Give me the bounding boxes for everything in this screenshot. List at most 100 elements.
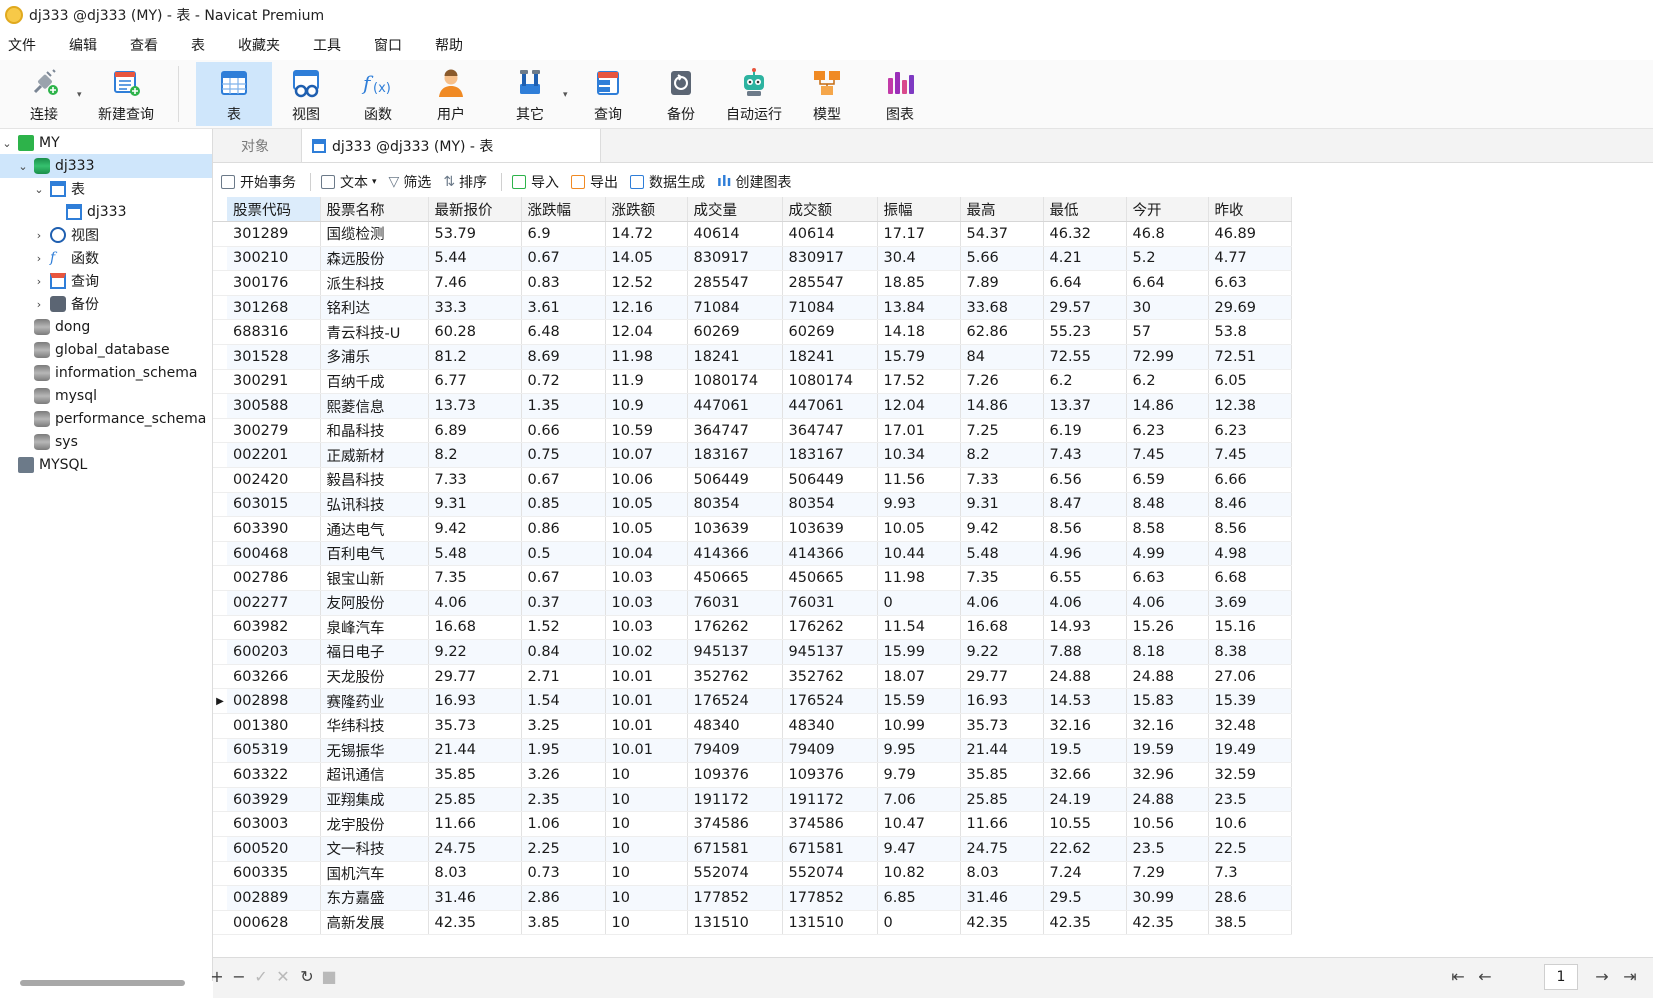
table-row[interactable]: 002201 正威新材 8.2 0.75 10.07 183167 183167 10.34 8… [213,442,1292,469]
begin-transaction-button[interactable]: 开始事务 [221,172,296,192]
chevron-right-icon[interactable]: › [32,275,46,288]
table-cell[interactable]: 6.48 [521,319,606,346]
table-row[interactable]: 600520 文一科技 24.75 2.25 10 671581 671581 9.47 24.… [213,836,1292,862]
table-cell[interactable]: 6.56 [1043,467,1127,493]
table-row[interactable]: 688316 青云科技-U 60.28 6.48 12.04 60269 60269 14.1… [213,319,1292,346]
first-page-icon[interactable]: ⇤ [1448,967,1468,986]
column-header[interactable]: 股票代码 [227,197,321,223]
table-cell[interactable]: 铭利达 [320,295,429,321]
table-cell[interactable]: 3.26 [521,762,606,788]
table-cell[interactable]: 42.35 [1126,910,1209,936]
table-cell[interactable]: 22.5 [1208,836,1292,862]
column-header[interactable]: 涨跌幅 [521,197,606,223]
stop-icon[interactable]: ■ [319,967,339,986]
table-cell[interactable]: 亚翔集成 [320,787,429,813]
table-row[interactable]: 603322 超讯通信 35.85 3.26 10 109376 109376 9.79 35.… [213,762,1292,788]
table-cell[interactable]: 600468 [227,541,321,567]
table-cell[interactable]: 30.4 [877,246,961,272]
tree-item-database-mysql[interactable]: mysql [0,384,212,408]
table-cell[interactable]: 53.79 [428,221,522,247]
menu-view[interactable]: 查看 [130,35,158,55]
table-cell[interactable]: 泉峰汽车 [320,615,429,641]
tab-objects[interactable]: 对象 [213,129,297,162]
table-cell[interactable]: 103639 [687,516,783,542]
column-header[interactable]: 今开 [1126,197,1209,223]
table-cell[interactable]: 10.44 [877,541,961,567]
table-cell[interactable]: 6.2 [1043,369,1127,395]
table-cell[interactable]: 派生科技 [320,270,429,296]
table-cell[interactable]: 002277 [227,590,321,616]
table-cell[interactable]: 0.37 [521,590,606,616]
table-cell[interactable]: 6.63 [1126,565,1209,591]
table-cell[interactable]: 9.31 [428,492,522,518]
table-cell[interactable]: 0.73 [521,861,606,887]
table-cell[interactable]: 2.86 [521,885,606,911]
table-row[interactable]: 603003 龙宇股份 11.66 1.06 10 374586 374586 10.47 11… [213,811,1292,837]
tree-item-views[interactable]: › 视图 [0,223,212,247]
table-cell[interactable]: 6.23 [1126,418,1209,444]
last-page-icon[interactable]: ⇥ [1620,967,1640,986]
table-cell[interactable]: 79409 [782,738,878,764]
table-cell[interactable]: 46.8 [1126,221,1209,247]
table-cell[interactable]: 48340 [782,713,878,739]
table-cell[interactable]: 7.24 [1043,861,1127,887]
table-row[interactable]: 001380 华纬科技 35.73 3.25 10.01 48340 48340 10.99 3… [213,713,1292,739]
table-cell[interactable]: 10.56 [1126,811,1209,837]
table-cell[interactable]: 32.16 [1126,713,1209,739]
table-row[interactable]: 000628 高新发展 42.35 3.85 10 131510 131510 0 42.35 4… [213,910,1292,936]
table-cell[interactable]: 6.77 [428,369,522,395]
table-cell[interactable]: 8.18 [1126,639,1209,665]
table-cell[interactable]: 12.52 [605,270,688,296]
tree-item-connection-my[interactable]: ⌄ MY [0,131,212,155]
table-cell[interactable]: 71084 [782,295,878,321]
table-cell[interactable]: 14.05 [605,246,688,272]
menu-window[interactable]: 窗口 [374,35,402,55]
table-cell[interactable]: 450665 [782,565,878,591]
table-cell[interactable]: 7.88 [1043,639,1127,665]
table-cell[interactable]: 18.85 [877,270,961,296]
tree-item-database-dong[interactable]: dong [0,315,212,339]
table-cell[interactable]: 23.5 [1208,787,1292,813]
column-header[interactable]: 昨收 [1208,197,1292,223]
table-cell[interactable]: 001380 [227,713,321,739]
table-cell[interactable]: 60269 [687,319,783,346]
table-cell[interactable]: 和晶科技 [320,418,429,444]
table-cell[interactable]: 21.44 [428,738,522,764]
table-row[interactable]: 002277 友阿股份 4.06 0.37 10.03 76031 76031 0 4.06 4.… [213,590,1292,616]
table-cell[interactable]: 24.75 [960,836,1044,862]
tree-item-backups[interactable]: › 备份 [0,292,212,316]
table-cell[interactable]: 27.06 [1208,664,1292,690]
table-cell[interactable]: 32.59 [1208,762,1292,788]
table-cell[interactable]: 14.86 [1126,393,1209,419]
table-cell[interactable]: 76031 [687,590,783,616]
table-cell[interactable]: 32.96 [1126,762,1209,788]
table-cell[interactable]: 福日电子 [320,639,429,665]
table-cell[interactable]: 19.49 [1208,738,1292,764]
tree-item-database-sys[interactable]: sys [0,430,212,454]
table-row[interactable]: 002420 毅昌科技 7.33 0.67 10.06 506449 506449 11.56… [213,467,1292,493]
table-cell[interactable]: 0.75 [521,442,606,469]
table-cell[interactable]: 0.86 [521,516,606,542]
table-cell[interactable]: 18241 [782,344,878,370]
table-row[interactable]: 603929 亚翔集成 25.85 2.35 10 191172 191172 7.06 25.… [213,787,1292,813]
table-cell[interactable]: 9.47 [877,836,961,862]
menu-table[interactable]: 表 [191,35,205,55]
sort-button[interactable]: ⇅ 排序 [443,172,487,192]
table-cell[interactable]: 24.75 [428,836,522,862]
table-cell[interactable]: 10.47 [877,811,961,837]
table-cell[interactable]: 84 [960,344,1044,370]
table-cell[interactable]: 42.35 [960,910,1044,936]
table-cell[interactable]: 3.25 [521,713,606,739]
table-cell[interactable]: 10 [605,910,688,936]
table-cell[interactable]: 31.46 [428,885,522,911]
table-cell[interactable]: 8.2 [428,442,522,469]
table-cell[interactable]: 364747 [782,418,878,444]
table-cell[interactable]: 48340 [687,713,783,739]
table-cell[interactable]: 5.66 [960,246,1044,272]
table-cell[interactable]: 10.07 [605,442,688,469]
table-cell[interactable]: 30 [1126,295,1209,321]
table-cell[interactable]: 青云科技-U [320,319,429,346]
table-cell[interactable]: 603929 [227,787,321,813]
table-cell[interactable]: 600520 [227,836,321,862]
table-cell[interactable]: 10.6 [1208,811,1292,837]
